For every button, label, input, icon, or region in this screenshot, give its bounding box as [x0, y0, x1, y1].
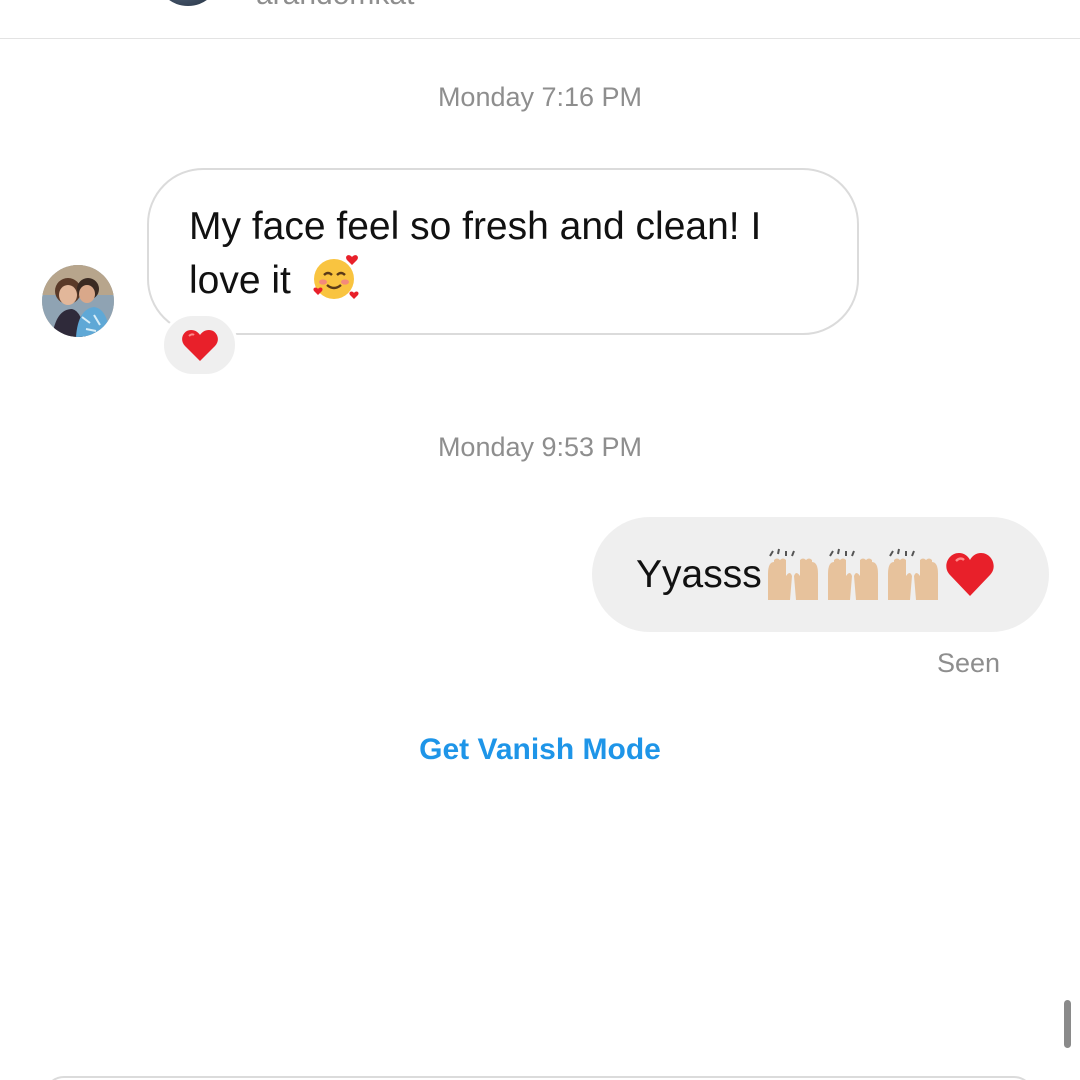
incoming-message-text: My face feel so fresh and clean! I love … — [189, 200, 817, 308]
red-heart-icon — [181, 330, 218, 361]
incoming-message-bubble[interactable]: My face feel so fresh and clean! I love … — [147, 168, 859, 335]
timestamp-1: Monday 7:16 PM — [437, 82, 643, 112]
sender-avatar[interactable] — [42, 265, 114, 337]
incoming-message-line-1: My face feel so fresh and clean! I — [189, 205, 762, 248]
header-avatar[interactable] — [158, 0, 218, 6]
dm-thread-screen: arandomkat Monday 7:16 PM My face feel s… — [0, 0, 1080, 1080]
seen-status: Seen — [937, 648, 1001, 678]
scrollbar[interactable] — [1064, 1000, 1071, 1048]
header-username[interactable]: arandomkat — [256, 0, 414, 12]
outgoing-emoji-group — [764, 548, 998, 602]
incoming-message-line-2: love it — [189, 259, 291, 302]
thread-header: arandomkat — [0, 0, 1080, 39]
get-vanish-mode-link[interactable]: Get Vanish Mode — [0, 733, 1080, 767]
smiling-face-with-hearts-icon — [312, 255, 359, 301]
outgoing-message-bubble[interactable]: Yyasss — [592, 517, 1049, 632]
raising-hands-icon — [824, 548, 882, 602]
raising-hands-icon — [884, 548, 942, 602]
timestamp-2: Monday 9:53 PM — [437, 432, 643, 462]
message-reaction[interactable] — [161, 313, 238, 377]
red-heart-icon — [944, 548, 996, 602]
message-composer[interactable] — [44, 1076, 1034, 1080]
raising-hands-icon — [764, 548, 822, 602]
outgoing-message-text: Yyasss — [636, 552, 762, 596]
